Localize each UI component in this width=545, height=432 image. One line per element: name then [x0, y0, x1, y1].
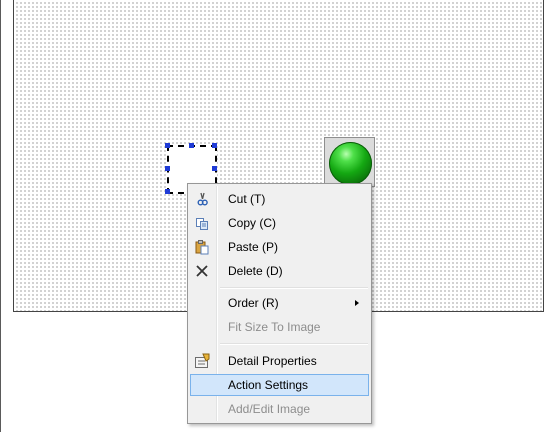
- menu-item-delete[interactable]: Delete (D): [190, 260, 369, 282]
- menu-item-label: Cut (T): [228, 192, 266, 206]
- menu-item-add-edit-image[interactable]: Add/Edit Image: [190, 398, 369, 420]
- green-lamp-icon: [329, 142, 372, 185]
- scissors-icon: [194, 191, 210, 207]
- paste-icon: [194, 239, 210, 255]
- submenu-arrow-icon: [355, 300, 359, 306]
- menu-item-cut[interactable]: Cut (T): [190, 188, 369, 210]
- menu-item-fit-size-to-image[interactable]: Fit Size To Image: [190, 316, 369, 338]
- properties-icon: [194, 353, 210, 369]
- menu-item-detail-properties[interactable]: Detail Properties: [190, 350, 369, 372]
- green-lamp-object[interactable]: [324, 137, 375, 187]
- context-menu: Cut (T) Copy (C) Paste (P) Delete (D) Or…: [187, 183, 372, 424]
- menu-separator: [220, 287, 368, 289]
- resize-handle-top-left[interactable]: [165, 143, 170, 148]
- menu-item-order[interactable]: Order (R): [190, 292, 369, 314]
- editor-window: Cut (T) Copy (C) Paste (P) Delete (D) Or…: [0, 0, 545, 432]
- menu-item-label: Copy (C): [228, 216, 277, 230]
- menu-item-label: Detail Properties: [228, 354, 317, 368]
- menu-item-copy[interactable]: Copy (C): [190, 212, 369, 234]
- copy-icon: [194, 215, 210, 231]
- menu-item-action-settings[interactable]: Action Settings: [190, 374, 369, 396]
- menu-item-paste[interactable]: Paste (P): [190, 236, 369, 258]
- resize-handle-middle-left[interactable]: [165, 166, 170, 171]
- resize-handle-middle-right[interactable]: [212, 166, 217, 171]
- menu-item-label: Order (R): [228, 296, 279, 310]
- delete-x-icon: [194, 263, 210, 279]
- resize-handle-top-right[interactable]: [212, 143, 217, 148]
- resize-handle-bottom-left[interactable]: [165, 189, 170, 194]
- menu-item-label: Add/Edit Image: [228, 402, 311, 416]
- menu-item-label: Delete (D): [228, 264, 283, 278]
- menu-separator: [220, 343, 368, 345]
- menu-item-label: Paste (P): [228, 240, 279, 254]
- resize-handle-top-middle[interactable]: [189, 143, 194, 148]
- menu-item-label: Fit Size To Image: [228, 320, 321, 334]
- menu-item-label: Action Settings: [228, 378, 309, 392]
- window-left-border: [0, 0, 1, 432]
